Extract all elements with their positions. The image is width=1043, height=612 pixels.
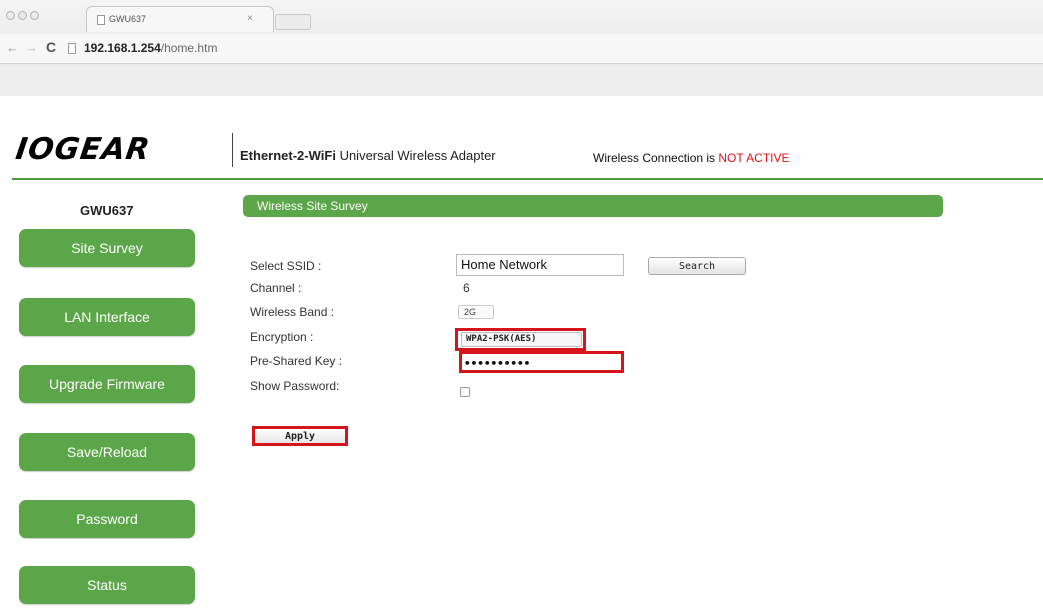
device-model: GWU637 <box>80 203 134 218</box>
back-arrow-icon[interactable]: ← <box>6 40 19 55</box>
apply-button[interactable]: Apply <box>252 426 348 446</box>
section-title: Wireless Site Survey <box>243 195 943 217</box>
browser-toolbar: ← → C 192.168.1.254/home.htm <box>0 34 1043 64</box>
wireless-band-label: Wireless Band : <box>250 305 335 319</box>
sidebar-item-lan-interface[interactable]: LAN Interface <box>19 298 195 336</box>
ssid-input[interactable]: Home Network <box>456 254 624 276</box>
search-button[interactable]: Search <box>648 257 746 275</box>
sidebar-item-save-reload[interactable]: Save/Reload <box>19 433 195 471</box>
sidebar-item-upgrade-firmware[interactable]: Upgrade Firmware <box>19 365 195 403</box>
tagline-bold: Ethernet-2-WiFi <box>240 148 336 163</box>
status-prefix: Wireless Connection is <box>593 151 719 165</box>
close-window-icon[interactable] <box>6 11 15 20</box>
new-tab-button[interactable] <box>275 14 311 30</box>
forward-arrow-icon[interactable]: → <box>25 40 38 55</box>
product-tagline: Ethernet-2-WiFi Universal Wireless Adapt… <box>240 148 496 163</box>
logo-divider <box>232 133 233 167</box>
wireless-band-select[interactable]: 2G <box>458 305 494 319</box>
url-path: /home.htm <box>160 41 218 55</box>
window-controls <box>6 11 39 20</box>
iogear-logo: IOGEAR <box>13 132 153 167</box>
ssid-label: Select SSID : <box>250 259 322 273</box>
minimize-window-icon[interactable] <box>18 11 27 20</box>
sidebar-item-site-survey[interactable]: Site Survey <box>19 229 195 267</box>
status-value: NOT ACTIVE <box>718 151 790 165</box>
page-icon <box>97 15 105 25</box>
channel-value: 6 <box>463 281 470 295</box>
encryption-select[interactable]: WPA2-PSK(AES) <box>461 332 582 347</box>
channel-label: Channel : <box>250 281 302 295</box>
maximize-window-icon[interactable] <box>30 11 39 20</box>
browser-tab[interactable]: GWU637 × <box>86 6 274 32</box>
show-password-checkbox[interactable] <box>460 387 470 397</box>
browser-chrome: GWU637 × ← → C 192.168.1.254/home.htm <box>0 0 1043 96</box>
connection-status: Wireless Connection is NOT ACTIVE <box>593 151 790 165</box>
tab-close-icon[interactable]: × <box>247 13 253 24</box>
encryption-label: Encryption : <box>250 330 314 344</box>
address-bar[interactable]: 192.168.1.254/home.htm <box>84 41 217 55</box>
tab-title: GWU637 <box>109 14 147 24</box>
reload-icon[interactable]: C <box>46 39 56 55</box>
sidebar-item-status[interactable]: Status <box>19 566 195 604</box>
show-password-label: Show Password: <box>250 379 340 393</box>
pre-shared-key-label: Pre-Shared Key : <box>250 354 343 368</box>
bookmarks-bar <box>0 65 1043 96</box>
page-icon <box>68 43 76 54</box>
sidebar-item-password[interactable]: Password <box>19 500 195 538</box>
tagline-rest: Universal Wireless Adapter <box>335 148 496 163</box>
pre-shared-key-input[interactable]: •••••••••• <box>459 351 624 373</box>
url-host: 192.168.1.254 <box>84 41 161 55</box>
header-divider <box>12 178 1043 180</box>
